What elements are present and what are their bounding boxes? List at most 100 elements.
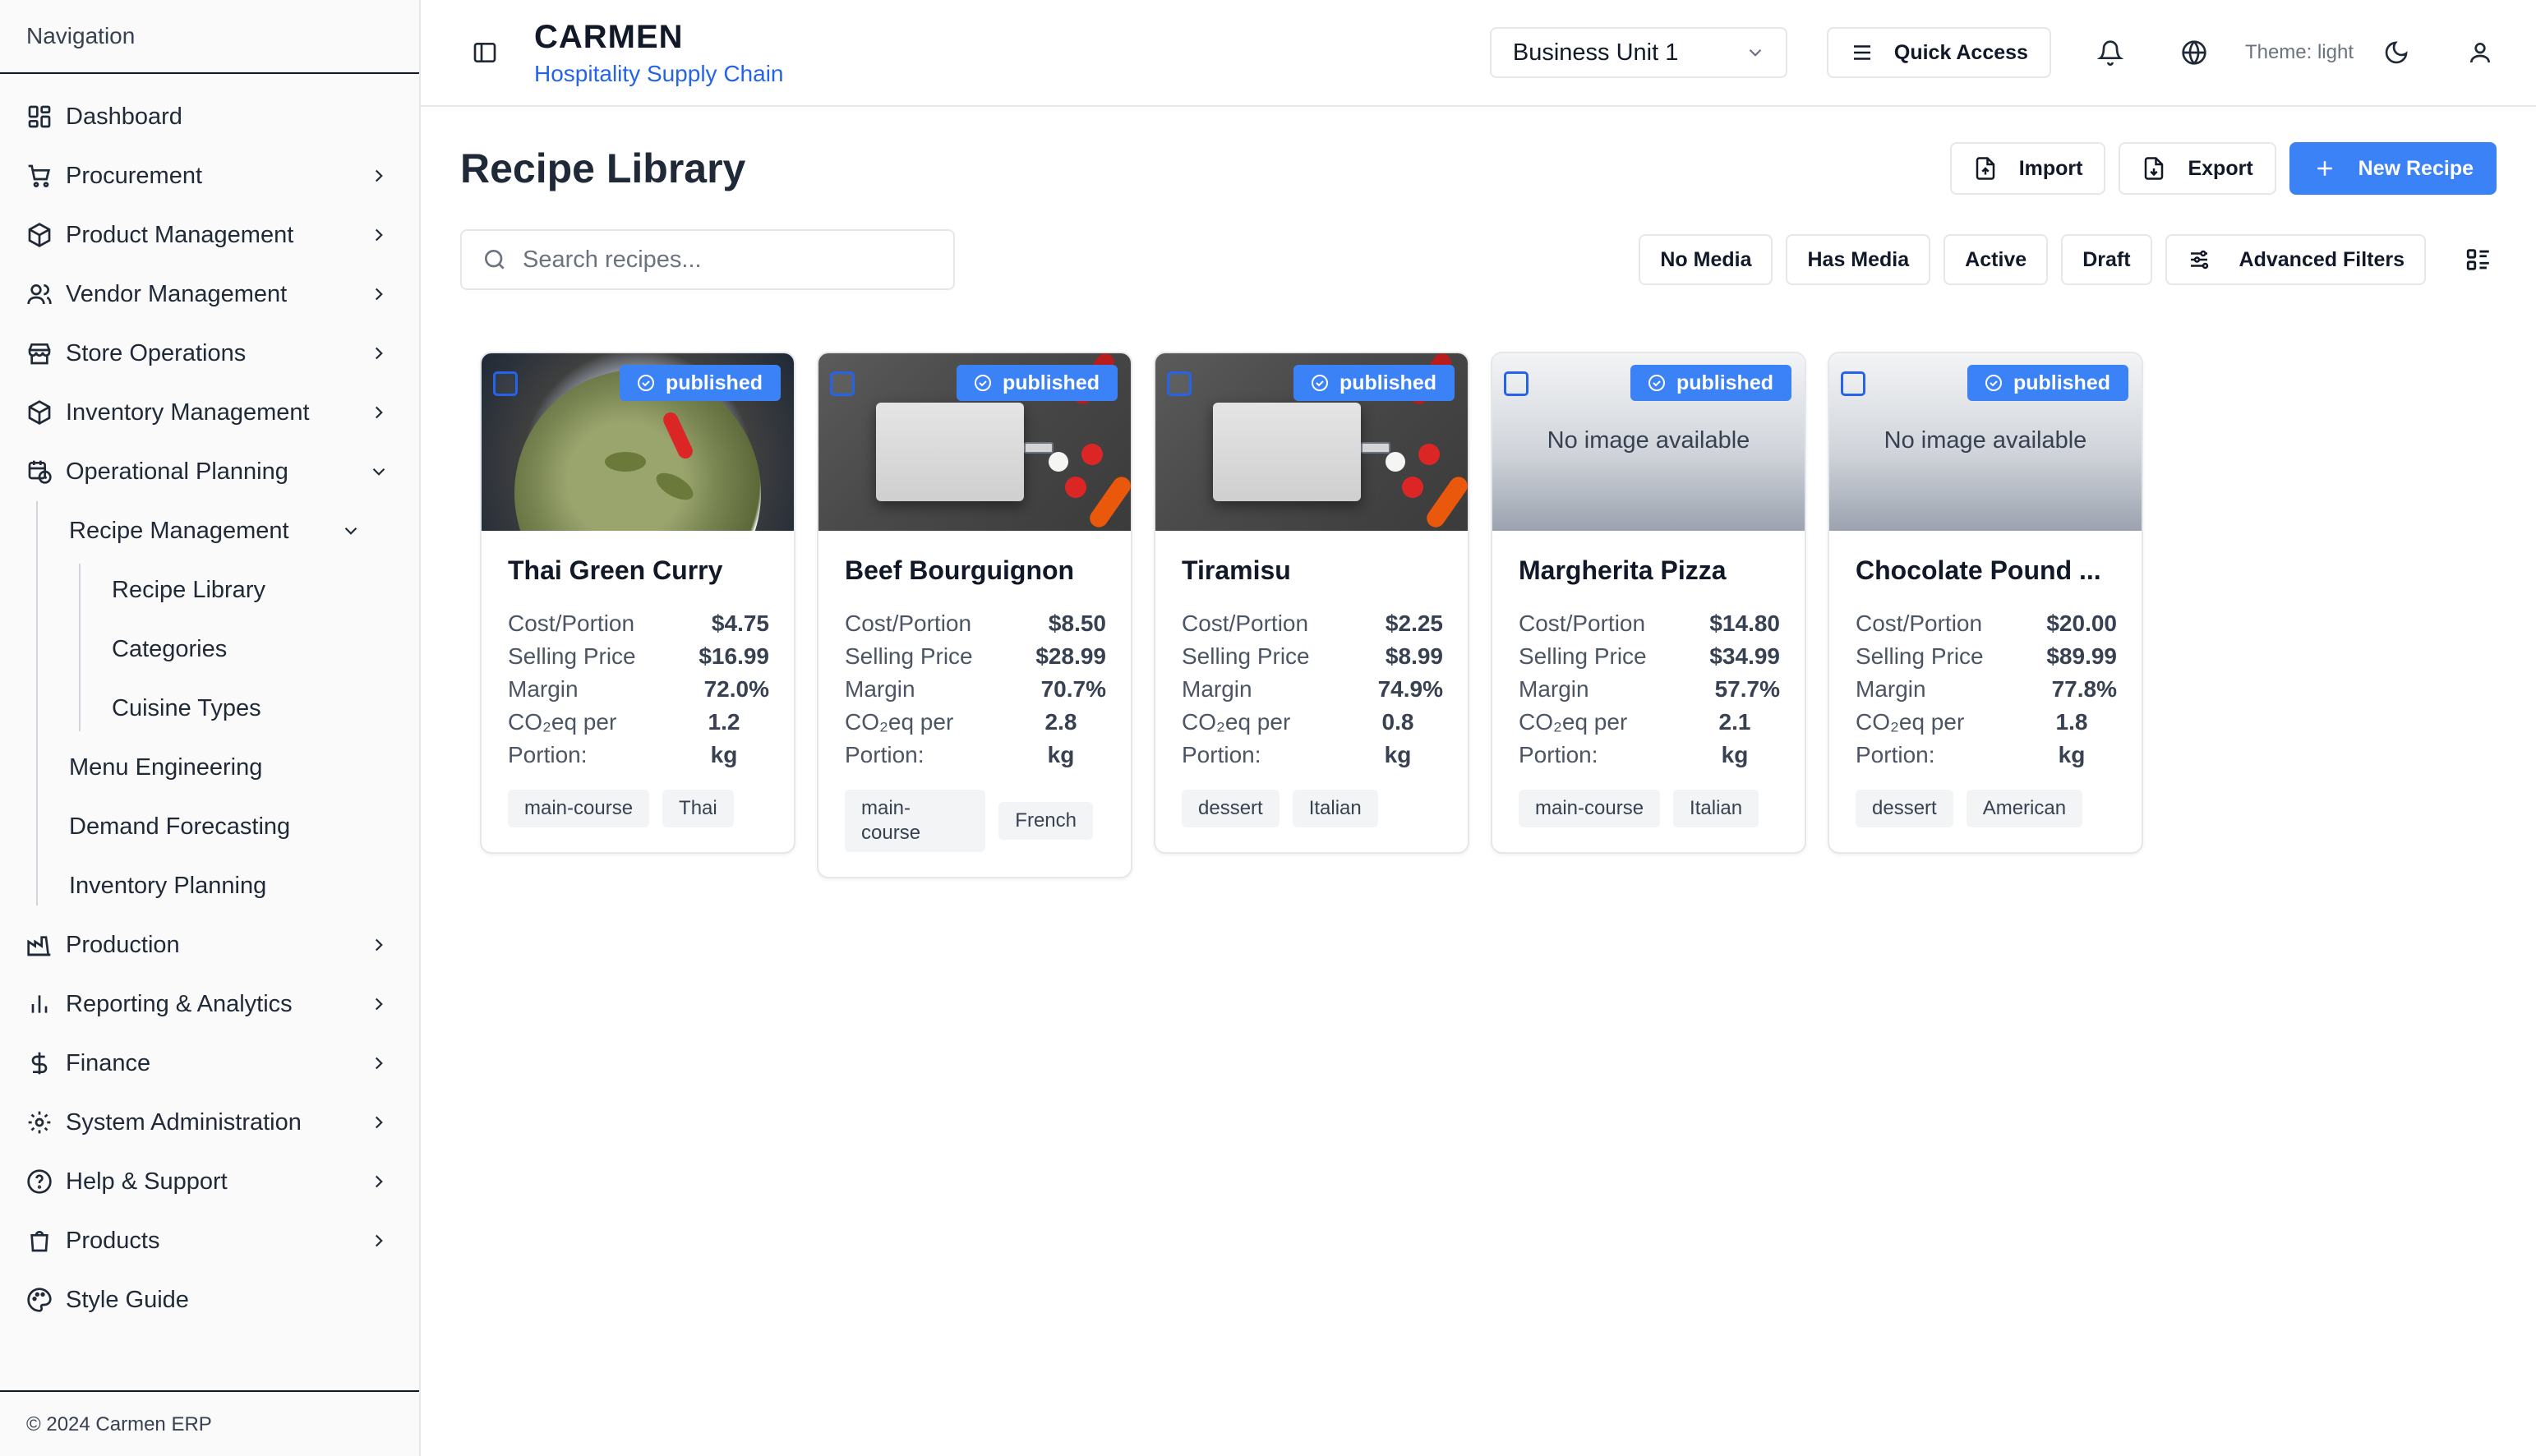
sidebar-item-inventory-planning[interactable]: Inventory Planning	[36, 856, 419, 915]
sidebar-item-label: Vendor Management	[66, 280, 288, 307]
sidebar-item-products[interactable]: Products	[0, 1211, 419, 1270]
operational-planning-submenu: Recipe Management Recipe Library Categor…	[36, 501, 419, 915]
cost-per-portion: $2.25	[1385, 611, 1443, 636]
sidebar-item-categories[interactable]: Categories	[79, 620, 419, 679]
chevron-right-icon	[375, 288, 383, 301]
filter-has-media-button[interactable]: Has Media	[1786, 234, 1931, 285]
chevron-right-icon	[375, 347, 383, 360]
sidebar-item-demand-forecasting[interactable]: Demand Forecasting	[36, 797, 419, 856]
sidebar-item-store-operations[interactable]: Store Operations	[0, 324, 419, 383]
sidebar-item-system-administration[interactable]: System Administration	[0, 1093, 419, 1152]
sidebar-item-production[interactable]: Production	[0, 915, 419, 975]
selling-price: $34.99	[1709, 643, 1780, 669]
view-toggle-button[interactable]	[2460, 242, 2497, 278]
tag-list: main-course Thai	[508, 790, 769, 827]
sidebar-item-recipe-library[interactable]: Recipe Library	[79, 560, 419, 620]
co2-unit: kg	[1384, 742, 1412, 767]
factory-icon	[26, 932, 53, 958]
sidebar-item-finance[interactable]: Finance	[0, 1034, 419, 1093]
brand: CARMEN Hospitality Supply Chain	[534, 19, 784, 87]
co2-unit: kg	[710, 742, 738, 767]
search-icon	[485, 250, 505, 270]
no-image-text: No image available	[1547, 427, 1750, 454]
chevron-right-icon	[375, 938, 383, 951]
page-title: Recipe Library	[460, 145, 746, 191]
tag: Italian	[1673, 790, 1759, 827]
sidebar-toggle-button[interactable]	[468, 36, 501, 69]
tag: Italian	[1292, 790, 1378, 827]
notifications-button[interactable]	[2094, 36, 2127, 69]
margin: 74.9%	[1377, 676, 1443, 702]
status-badge: published	[956, 365, 1118, 401]
sidebar-item-operational-planning[interactable]: Operational Planning	[0, 442, 419, 501]
recipe-name: Tiramisu	[1182, 555, 1291, 585]
import-button[interactable]: Import	[1949, 142, 2106, 195]
filter-no-media-button[interactable]: No Media	[1639, 234, 1773, 285]
select-checkbox[interactable]	[493, 371, 518, 396]
sidebar-item-vendor-management[interactable]: Vendor Management	[0, 265, 419, 324]
export-button[interactable]: Export	[2119, 142, 2276, 195]
sidebar-item-inventory-management[interactable]: Inventory Management	[0, 383, 419, 442]
file-upload-icon	[1976, 157, 1994, 180]
shopping-bag-icon	[26, 1228, 53, 1254]
advanced-filters-button[interactable]: Advanced Filters	[2165, 234, 2426, 285]
recipe-card[interactable]: published Beef Bourguignon Cost/Portion $…	[817, 352, 1132, 878]
new-recipe-button[interactable]: New Recipe	[2289, 142, 2497, 195]
tag-list: main-course Italian	[1519, 790, 1780, 827]
filter-toolbar: Search recipes... No Media Has Media Act…	[421, 228, 2536, 291]
user-menu-button[interactable]	[2464, 36, 2497, 69]
recipe-card[interactable]: published Tiramisu Cost/Portion $2.25 Sel…	[1154, 352, 1469, 854]
panel-left-icon	[473, 43, 496, 62]
import-label: Import	[2018, 156, 2083, 180]
business-unit-select[interactable]: Business Unit 1	[1489, 27, 1787, 78]
tag: dessert	[1856, 790, 1953, 827]
recipe-card[interactable]: No image available published Margherita …	[1491, 352, 1806, 854]
sidebar-item-style-guide[interactable]: Style Guide	[0, 1270, 419, 1329]
help-circle-icon	[26, 1168, 53, 1195]
recipe-image: published	[482, 353, 794, 531]
chevron-right-icon	[375, 169, 383, 182]
cost-per-portion: $4.75	[711, 611, 769, 636]
select-checkbox[interactable]	[830, 371, 855, 396]
sidebar-item-product-management[interactable]: Product Management	[0, 205, 419, 265]
tag-list: main-course French	[845, 790, 1106, 852]
select-checkbox[interactable]	[1167, 371, 1192, 396]
sidebar-item-label: Production	[66, 931, 180, 958]
filter-draft-button[interactable]: Draft	[2061, 234, 2152, 285]
sidebar-item-cuisine-types[interactable]: Cuisine Types	[79, 679, 419, 738]
tag-list: dessert American	[1856, 790, 2117, 827]
co2-value: 0.8	[1381, 709, 1414, 735]
sidebar-item-label: Product Management	[66, 221, 294, 248]
select-checkbox[interactable]	[1504, 371, 1529, 396]
recipe-grid: published Thai Green Curry Cost/Portion $…	[421, 291, 2536, 878]
sidebar-item-recipe-management[interactable]: Recipe Management	[36, 501, 419, 560]
theme-toggle-button[interactable]	[2380, 36, 2413, 69]
search-input[interactable]: Search recipes...	[460, 229, 955, 290]
filter-active-button[interactable]: Active	[1943, 234, 2049, 285]
sidebar-item-procurement[interactable]: Procurement	[0, 146, 419, 205]
page-header: Recipe Library Import Export New Recipe	[421, 107, 2536, 230]
margin: 57.7%	[1714, 676, 1780, 702]
status-badge: published	[1630, 365, 1791, 401]
sidebar-item-label: Help & Support	[66, 1168, 228, 1195]
users-icon	[26, 281, 53, 307]
recipe-card[interactable]: No image available published Chocolate P…	[1828, 352, 2143, 854]
check-circle-icon	[1985, 375, 2002, 391]
chevron-down-icon	[372, 468, 385, 476]
margin: 70.7%	[1040, 676, 1106, 702]
language-button[interactable]	[2178, 36, 2211, 69]
sidebar-item-label: Style Guide	[66, 1286, 189, 1313]
sidebar-item-reporting-analytics[interactable]: Reporting & Analytics	[0, 975, 419, 1034]
sidebar-item-label: Dashboard	[66, 103, 182, 130]
chevron-right-icon	[375, 406, 383, 419]
moon-icon	[2385, 41, 2408, 64]
recipe-card[interactable]: published Thai Green Curry Cost/Portion $…	[480, 352, 795, 854]
sidebar-item-label: Recipe Management	[69, 517, 289, 544]
sidebar-item-dashboard[interactable]: Dashboard	[0, 87, 419, 146]
sidebar-item-help-support[interactable]: Help & Support	[0, 1152, 419, 1211]
store-icon	[26, 340, 53, 366]
quick-access-button[interactable]: Quick Access	[1826, 27, 2051, 78]
sidebar-item-menu-engineering[interactable]: Menu Engineering	[36, 738, 419, 797]
tag: main-course	[845, 790, 986, 852]
select-checkbox[interactable]	[1841, 371, 1865, 396]
